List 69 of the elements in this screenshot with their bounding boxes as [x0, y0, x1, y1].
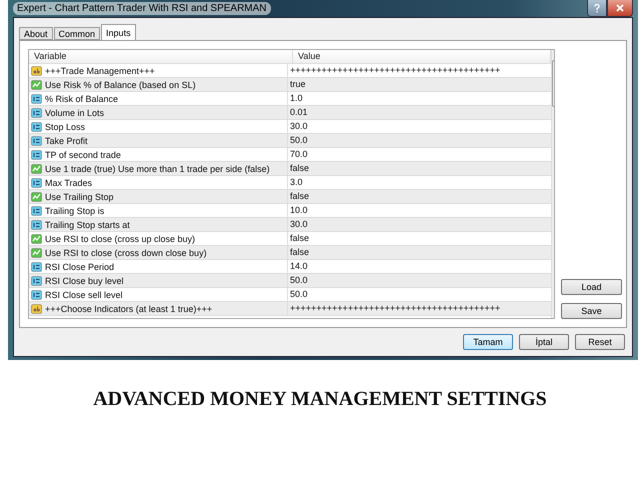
value-cell[interactable]: 3.0 [288, 176, 551, 189]
value-cell[interactable]: 70.0 [288, 148, 551, 161]
value-cell[interactable]: false [288, 246, 551, 259]
value-cell[interactable]: 1.0 [288, 92, 551, 105]
close-icon [616, 4, 624, 12]
help-button[interactable] [587, 0, 607, 17]
close-button[interactable] [607, 0, 633, 17]
number-type-icon [31, 94, 42, 104]
dialog-button[interactable]: İptal [519, 334, 569, 350]
save-button[interactable]: Save [561, 303, 622, 319]
variable-name: Trailing Stop starts at [45, 220, 130, 230]
value-cell[interactable]: ++++++++++++++++++++++++++++++++++++++++ [288, 64, 551, 77]
value-cell[interactable]: 10.0 [288, 204, 551, 217]
tab[interactable]: Inputs [101, 24, 136, 40]
value-cell[interactable]: true [288, 78, 551, 91]
variable-name: Use 1 trade (true) Use more than 1 trade per side (false) [45, 164, 270, 174]
variable-name: RSI Close sell level [45, 290, 123, 300]
value-cell[interactable]: 50.0 [288, 288, 551, 301]
string-type-icon [31, 66, 42, 76]
number-type-icon [31, 262, 42, 272]
variable-name: RSI Close Period [45, 262, 114, 272]
string-type-icon [31, 304, 42, 314]
variable-name: Use Risk % of Balance (based on SL) [45, 80, 196, 90]
value-cell[interactable]: false [288, 190, 551, 203]
variable-name: Use Trailing Stop [45, 192, 114, 202]
number-type-icon [31, 122, 42, 132]
boolean-type-icon [31, 80, 42, 90]
number-type-icon [31, 108, 42, 118]
variable-name: Trailing Stop is [45, 206, 104, 216]
help-icon [594, 4, 600, 12]
number-type-icon [31, 150, 42, 160]
column-header[interactable]: Value [293, 50, 551, 63]
dialog-button[interactable]: Tamam [463, 334, 513, 350]
number-type-icon [31, 290, 42, 300]
value-cell[interactable]: 0.01 [288, 106, 551, 119]
boolean-type-icon [31, 164, 42, 174]
variable-name: RSI Close buy level [45, 276, 124, 286]
window-title: Expert - Chart Pattern Trader With RSI and SPEARMAN [13, 2, 271, 15]
tab[interactable]: About [19, 27, 53, 40]
value-cell[interactable]: 50.0 [288, 134, 551, 147]
number-type-icon [31, 220, 42, 230]
variable-name: +++Choose Indicators (at least 1 true)+++ [45, 304, 212, 314]
load-button[interactable]: Load [561, 279, 622, 295]
boolean-type-icon [31, 248, 42, 258]
variable-name: Volume in Lots [45, 108, 104, 118]
value-cell[interactable]: 14.0 [288, 260, 551, 273]
value-cell[interactable]: false [288, 232, 551, 245]
variable-name: % Risk of Balance [45, 94, 118, 104]
variable-name: Use RSI to close (cross up close buy) [45, 234, 196, 244]
number-type-icon [31, 136, 42, 146]
value-cell[interactable]: false [288, 162, 551, 175]
value-cell[interactable]: 50.0 [288, 274, 551, 287]
tab[interactable]: Common [54, 27, 100, 40]
variable-name: Take Profit [45, 136, 88, 146]
caption: ADVANCED MONEY MANAGEMENT SETTINGS [92, 388, 548, 411]
boolean-type-icon [31, 192, 42, 202]
variable-name: TP of second trade [45, 150, 121, 160]
number-type-icon [31, 276, 42, 286]
variable-name: Stop Loss [45, 122, 86, 132]
number-type-icon [31, 206, 42, 216]
variable-name: Use RSI to close (cross down close buy) [45, 248, 207, 258]
value-cell[interactable]: 30.0 [288, 218, 551, 231]
variable-name: Max Trades [45, 178, 92, 188]
number-type-icon [31, 178, 42, 188]
dialog-button[interactable]: Reset [575, 334, 625, 350]
variable-name: +++Trade Management+++ [45, 66, 155, 76]
column-header[interactable]: Variable [29, 50, 293, 63]
value-cell[interactable]: ++++++++++++++++++++++++++++++++++++++++ [288, 302, 551, 315]
value-cell[interactable]: 30.0 [288, 120, 551, 133]
